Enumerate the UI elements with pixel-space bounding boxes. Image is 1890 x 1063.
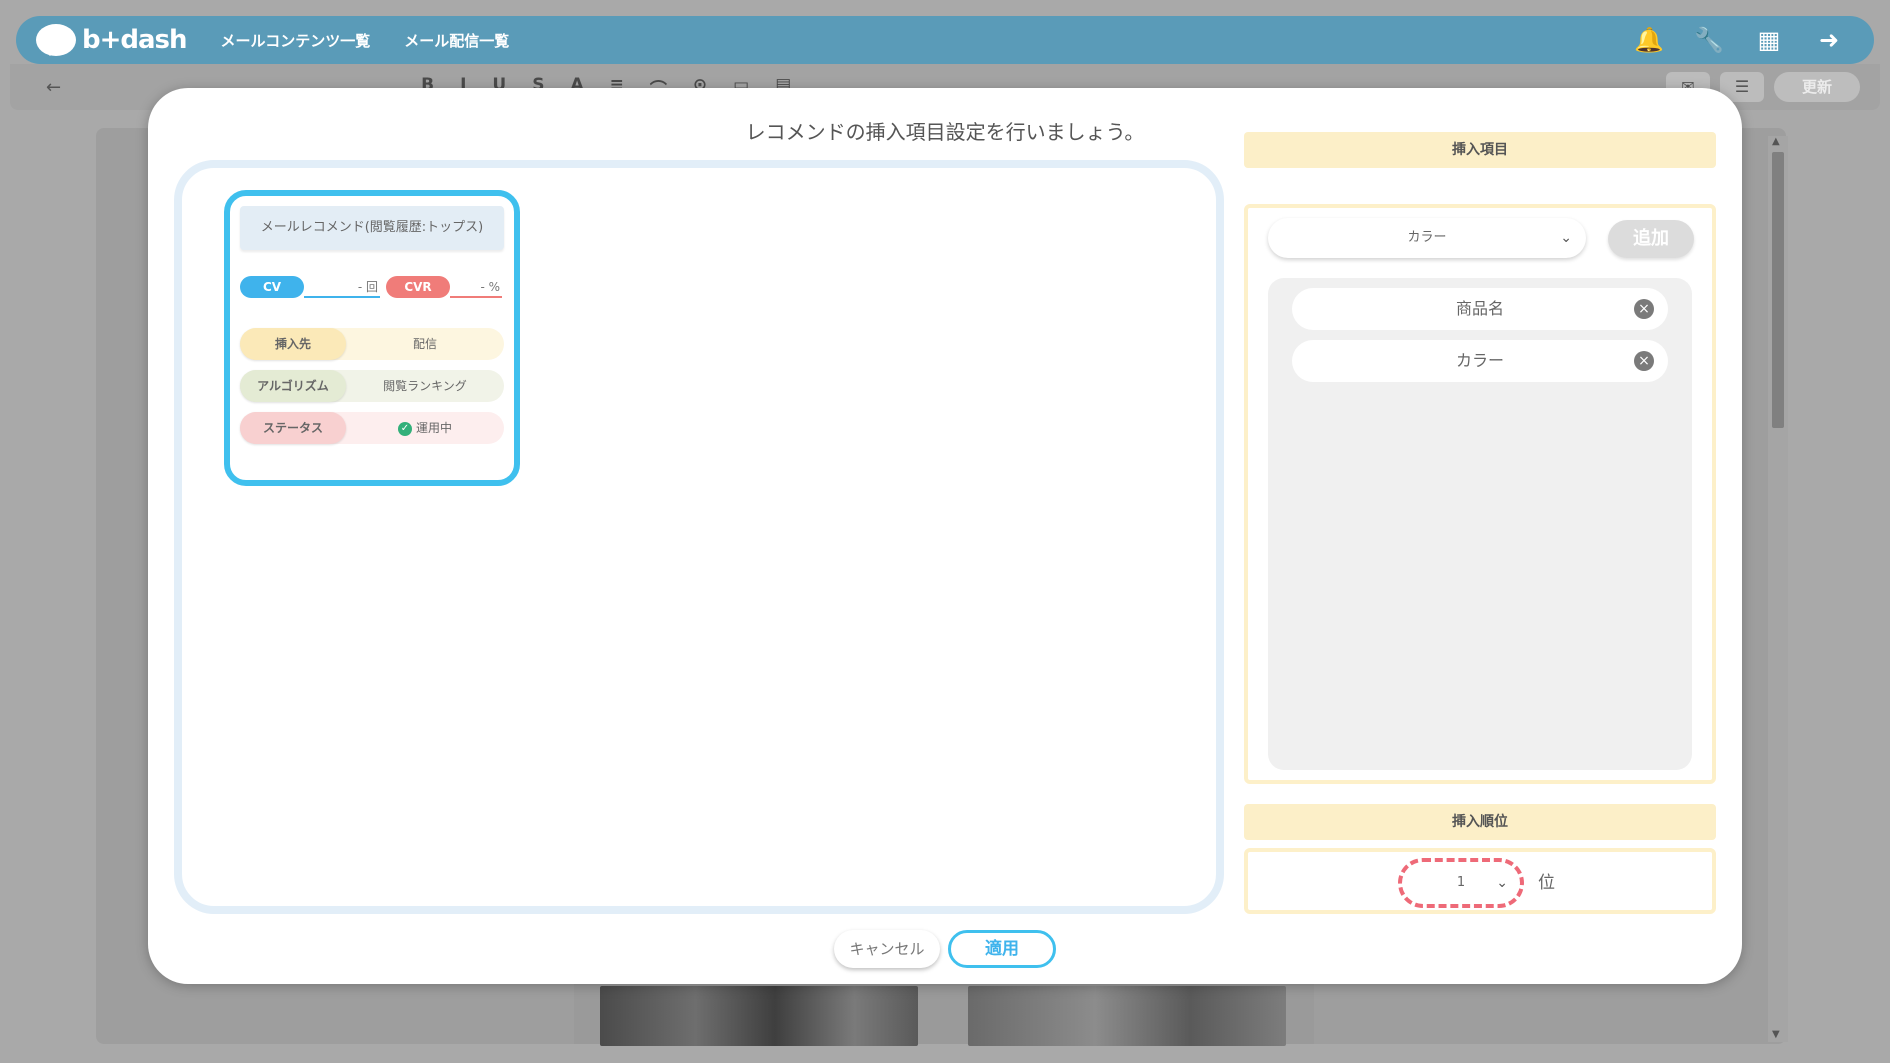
info-key: ステータス xyxy=(240,412,346,444)
product-photo xyxy=(968,986,1286,1046)
scroll-up-icon[interactable]: ▲ xyxy=(1772,136,1780,147)
scroll-down-icon[interactable]: ▼ xyxy=(1772,1029,1780,1040)
grid-icon[interactable]: ▦ xyxy=(1754,26,1784,54)
preview-frame: メールレコメンド(閲覧履歴:トップス) CV - 回 CVR - % 挿入先 配… xyxy=(174,160,1224,914)
chevron-down-icon: ⌄ xyxy=(1496,875,1508,891)
app-header: b+dash メールコンテンツ一覧 メール配信一覧 🔔 🔧 ▦ ➜ xyxy=(16,16,1874,64)
logo[interactable]: b+dash xyxy=(36,24,188,56)
close-icon[interactable]: × xyxy=(1634,299,1654,319)
insert-rank-panel: 1 ⌄ 位 xyxy=(1244,848,1716,914)
wrench-icon[interactable]: 🔧 xyxy=(1694,26,1724,54)
item-select[interactable]: カラー ⌄ xyxy=(1268,218,1586,258)
add-button[interactable]: 追加 xyxy=(1608,220,1694,258)
insert-items-label: 挿入項目 xyxy=(1244,132,1716,168)
cvr-value: - % xyxy=(450,276,502,298)
rank-unit: 位 xyxy=(1538,873,1555,893)
recommend-card[interactable]: メールレコメンド(閲覧履歴:トップス) CV - 回 CVR - % 挿入先 配… xyxy=(224,190,520,486)
chevron-down-icon: ⌄ xyxy=(1560,230,1572,246)
rank-select-value: 1 xyxy=(1456,875,1466,890)
info-value: 閲覧ランキング xyxy=(383,379,467,393)
info-row-insert-target: 挿入先 配信 xyxy=(240,328,504,360)
cv-value: - 回 xyxy=(304,276,380,298)
update-button[interactable]: 更新 xyxy=(1774,72,1860,102)
list-item[interactable]: カラー × xyxy=(1292,340,1668,382)
check-circle-icon: ✓ xyxy=(397,421,412,436)
recommend-settings-modal: レコメンドの挿入項目設定を行いましょう。 メールレコメンド(閲覧履歴:トップス)… xyxy=(148,88,1742,984)
cv-badge: CV xyxy=(240,276,304,298)
status-text: 運用中 xyxy=(415,421,452,435)
logo-bubble-icon xyxy=(36,24,76,56)
cvr-badge: CVR xyxy=(386,276,450,298)
scroll-thumb[interactable] xyxy=(1772,152,1784,428)
cancel-button[interactable]: キャンセル xyxy=(834,930,940,968)
insert-items-panel: カラー ⌄ 追加 商品名 × カラー × xyxy=(1244,204,1716,784)
item-label: カラー xyxy=(1455,351,1504,370)
product-photo xyxy=(600,986,918,1046)
back-arrow-icon[interactable]: ← xyxy=(46,77,61,98)
info-key: 挿入先 xyxy=(240,328,346,360)
close-icon[interactable]: × xyxy=(1634,351,1654,371)
info-value: 配信 xyxy=(412,337,437,351)
item-select-value: カラー xyxy=(1407,230,1447,245)
card-title: メールレコメンド(閲覧履歴:トップス) xyxy=(240,206,504,250)
nav-mail-contents[interactable]: メールコンテンツ一覧 xyxy=(221,30,371,51)
info-row-algorithm: アルゴリズム 閲覧ランキング xyxy=(240,370,504,402)
rank-select[interactable]: 1 ⌄ xyxy=(1398,858,1524,908)
item-list: 商品名 × カラー × xyxy=(1268,278,1692,770)
info-row-status: ステータス ✓ 運用中 xyxy=(240,412,504,444)
info-key: アルゴリズム xyxy=(240,370,346,402)
scrollbar[interactable]: ▲ ▼ xyxy=(1768,136,1788,1042)
logo-text: b+dash xyxy=(82,25,188,55)
item-label: 商品名 xyxy=(1455,299,1504,318)
insert-rank-label: 挿入順位 xyxy=(1244,804,1716,840)
apply-button[interactable]: 適用 xyxy=(948,930,1056,968)
metrics-row: CV - 回 CVR - % xyxy=(240,276,504,298)
info-value: ✓ 運用中 xyxy=(346,412,504,444)
bell-icon[interactable]: 🔔 xyxy=(1634,26,1664,54)
logout-icon[interactable]: ➜ xyxy=(1814,26,1844,54)
list-item[interactable]: 商品名 × xyxy=(1292,288,1668,330)
nav-mail-deliveries[interactable]: メール配信一覧 xyxy=(404,30,509,51)
